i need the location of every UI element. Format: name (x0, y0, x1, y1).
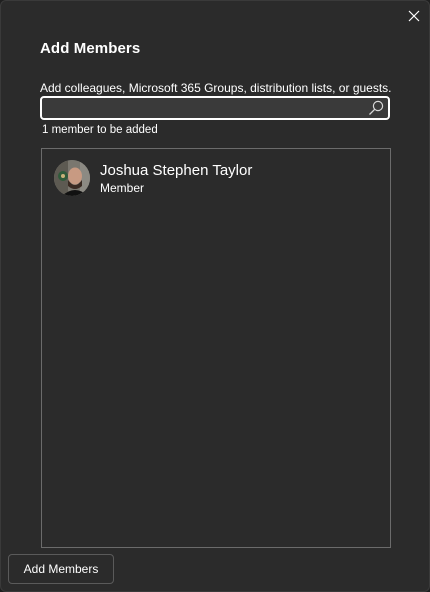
search-box[interactable] (40, 96, 390, 120)
close-icon (408, 10, 420, 22)
close-button[interactable] (404, 6, 424, 26)
dialog-title: Add Members (40, 40, 141, 57)
member-role: Member (100, 181, 145, 195)
members-list[interactable]: Joshua Stephen Taylor Member (41, 148, 391, 548)
member-name: Joshua Stephen Taylor (100, 162, 253, 179)
search-icon[interactable] (367, 99, 385, 117)
member-count-text: 1 member to be added (42, 124, 158, 136)
avatar (54, 160, 90, 196)
list-item[interactable]: Joshua Stephen Taylor Member (53, 160, 373, 200)
search-input[interactable] (46, 98, 366, 118)
search-label: Add colleagues, Microsoft 365 Groups, di… (40, 81, 392, 95)
add-members-dialog: Add Members Add colleagues, Microsoft 36… (0, 0, 430, 592)
add-members-button[interactable]: Add Members (8, 554, 114, 584)
